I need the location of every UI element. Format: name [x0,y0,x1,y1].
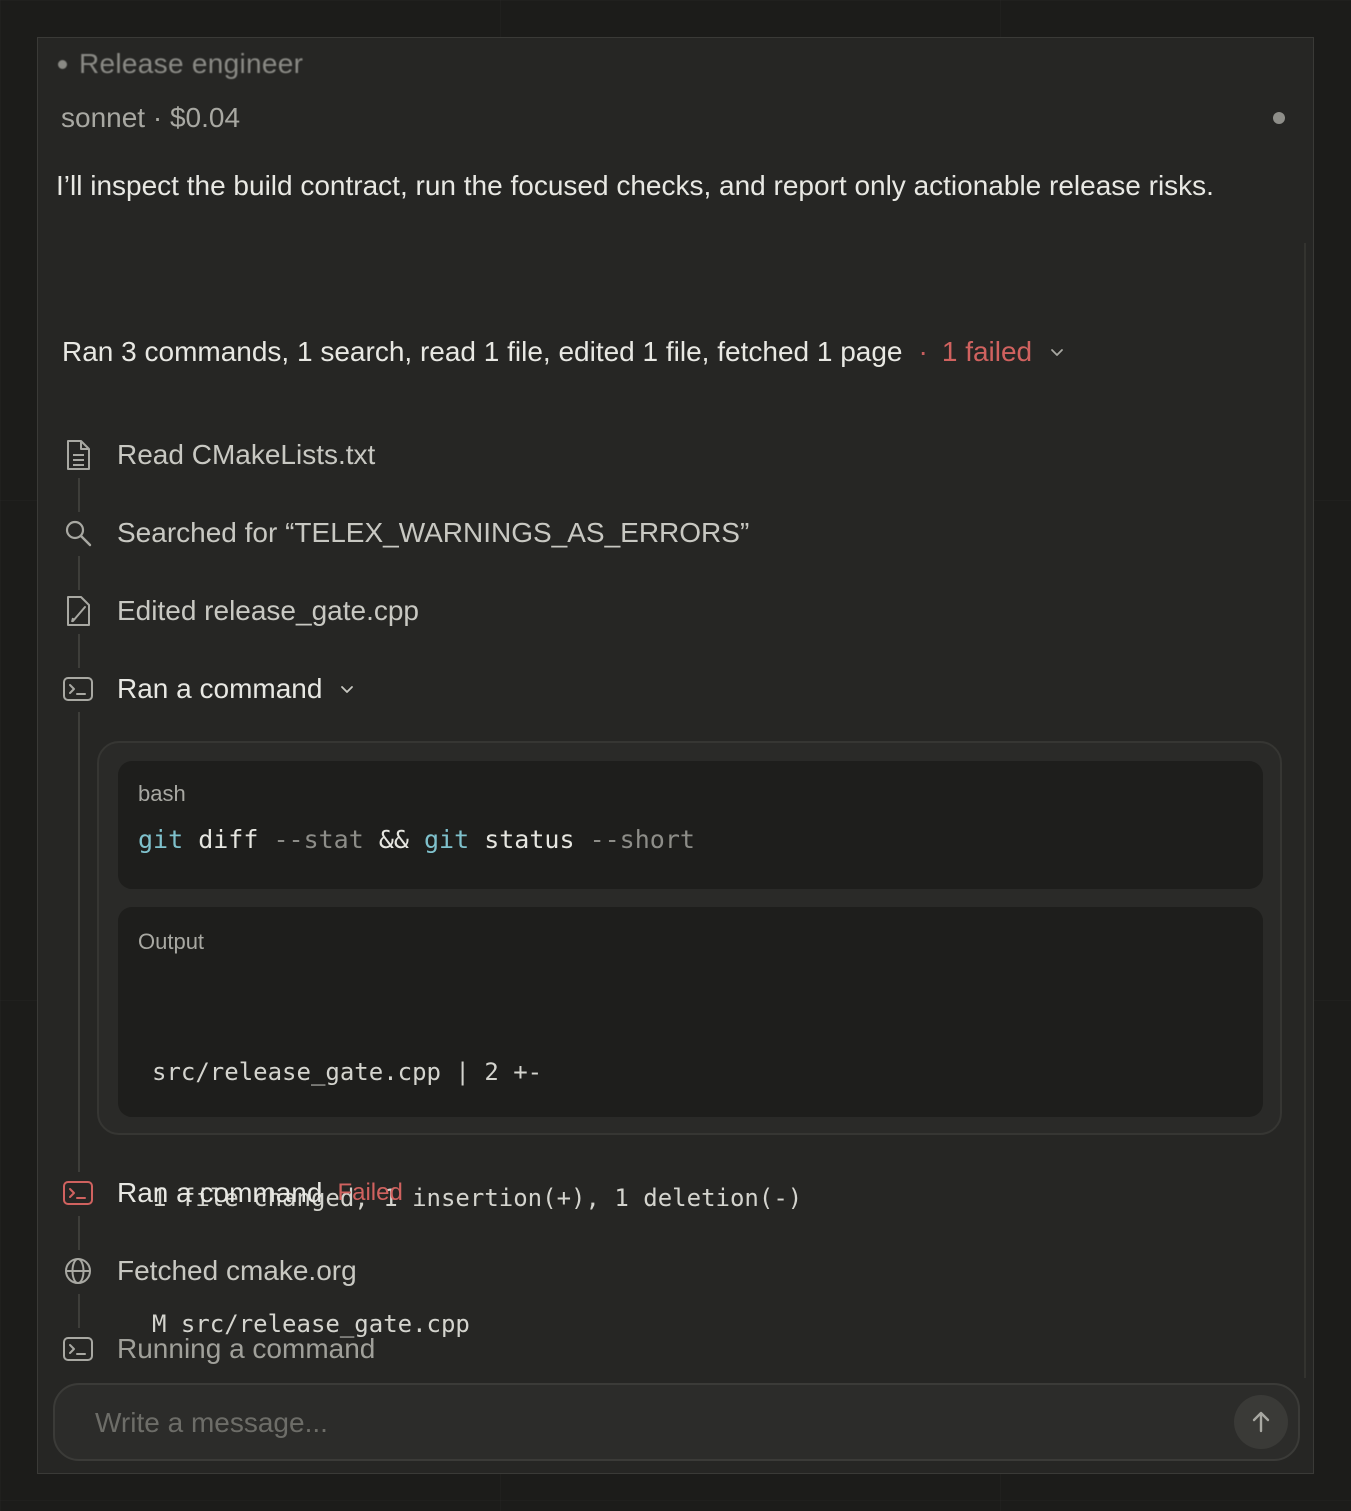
step-read-file[interactable]: Read CMakeLists.txt [62,435,375,475]
command-token: --short [589,825,695,854]
command-token: git [138,825,184,854]
step-command-running[interactable]: Running a command [62,1329,375,1369]
agent-name: Release engineer [79,48,304,79]
command-token: diff [183,825,274,854]
scrollbar[interactable] [1304,243,1306,1378]
agent-status-dot [58,59,67,69]
command-token: git [424,825,470,854]
step-command-failed[interactable]: Ran a command Failed [62,1173,403,1213]
timeline-connector [78,1294,80,1328]
file-icon [62,439,94,471]
step-label: Searched for “TELEX_WARNINGS_AS_ERRORS” [117,517,750,548]
chevron-down-icon[interactable] [338,680,356,698]
timeline-connector [78,478,80,512]
timeline-connector [78,634,80,668]
globe-icon [62,1255,94,1287]
code-language-label: bash [138,781,186,806]
summary-text: Ran 3 commands, 1 search, read 1 file, e… [62,336,903,367]
agent-meta: sonnet · $0.04 [61,102,241,133]
command-details: bash git diff --stat && git status --sho… [97,741,1282,1338]
step-label: Ran a command [117,673,323,704]
step-label: Fetched cmake.org [117,1255,357,1286]
terminal-error-icon [62,1177,94,1209]
output-label: Output [138,929,205,954]
terminal-icon [62,673,94,705]
chevron-down-icon [1051,349,1064,356]
summary-failed-count: 1 failed [941,336,1033,367]
command-code-block: bash git diff --stat && git status --sho… [118,761,1263,889]
edit-file-icon [62,595,94,627]
activity-summary[interactable]: Ran 3 commands, 1 search, read 1 file, e… [62,336,1066,368]
output-line: src/release_gate.cpp | 2 +- [152,1058,543,1086]
timeline-connector [78,556,80,590]
command-text: git diff --stat && git status --short [138,825,695,854]
failed-badge: Failed [337,1179,403,1206]
step-label: Running a command [117,1333,376,1364]
arrow-up-icon [1252,1411,1270,1433]
search-icon [62,517,94,549]
message-composer [53,1383,1300,1461]
step-edit-file[interactable]: Edited release_gate.cpp [62,591,419,631]
agent-header: Release engineer [58,48,303,80]
command-token: --stat [273,825,364,854]
step-label: Edited release_gate.cpp [117,595,419,626]
agent-panel: Release engineer sonnet · $0.04 I’ll ins… [37,37,1314,1474]
step-fetch[interactable]: Fetched cmake.org [62,1251,357,1291]
command-token: && [363,825,424,854]
timeline-connector [78,1216,80,1250]
step-search[interactable]: Searched for “TELEX_WARNINGS_AS_ERRORS” [62,513,749,553]
send-button[interactable] [1234,1395,1288,1449]
command-output-block: Output src/release_gate.cpp | 2 +- 1 fil… [118,907,1263,1338]
activity-indicator [1273,112,1285,124]
timeline-connector [78,712,80,1172]
summary-separator: · [918,336,928,367]
message-input[interactable] [93,1399,1197,1447]
command-token: status [469,825,590,854]
assistant-message: I’ll inspect the build contract, run the… [56,170,1214,201]
step-label: Ran a command [117,1177,323,1208]
terminal-icon [62,1333,94,1365]
step-command-expanded[interactable]: Ran a command [62,669,356,709]
step-label: Read CMakeLists.txt [117,439,376,470]
